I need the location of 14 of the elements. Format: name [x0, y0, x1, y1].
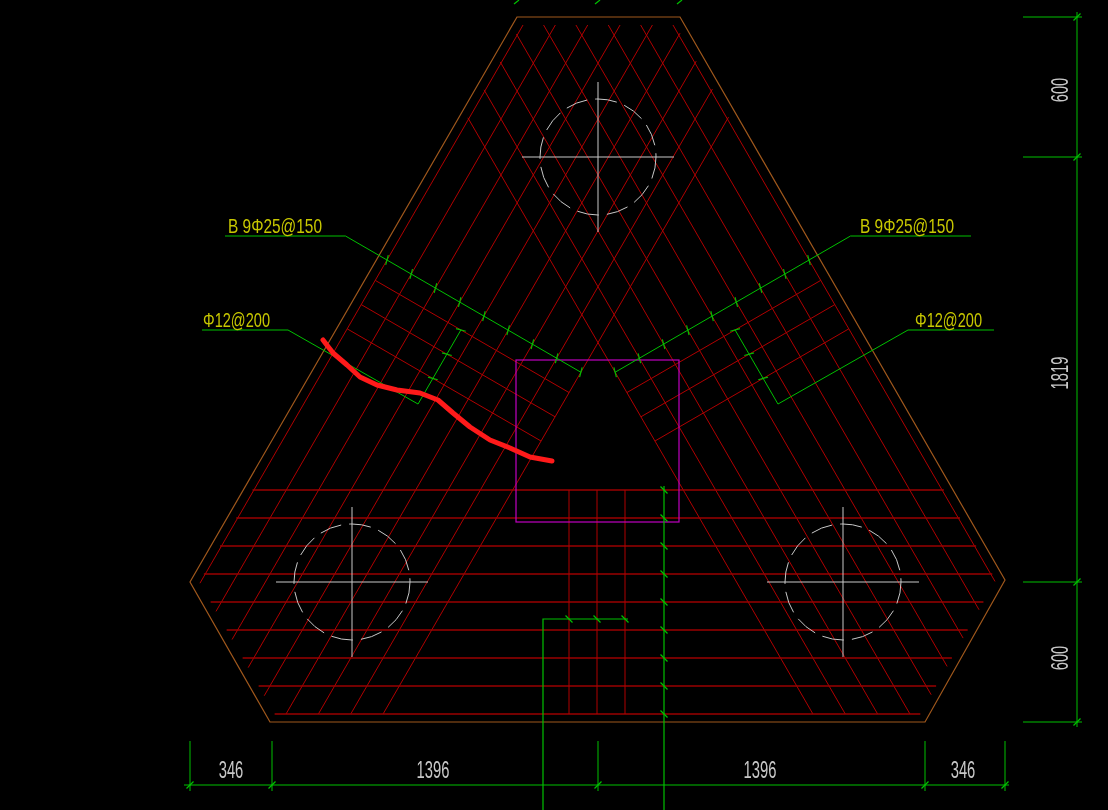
tick-mark [676, 0, 683, 5]
rebar-label: Φ12@200 [915, 308, 1012, 331]
dimension-text: 600 [1046, 62, 1073, 103]
dimension-text: 1819 [1046, 336, 1073, 390]
dimension-text: 1396 [743, 756, 797, 783]
tick-mark [594, 0, 601, 5]
rebar-label: Φ12@200 [203, 308, 300, 331]
rebar-label: B 9Φ25@150 [228, 214, 356, 237]
rebar-label: B 9Φ25@150 [860, 214, 988, 237]
dimension-text: 600 [1046, 630, 1073, 671]
dimension-text: 1396 [416, 756, 470, 783]
dimension-text: 346 [950, 756, 991, 783]
dimension-text: 346 [218, 756, 259, 783]
tick-mark [513, 0, 520, 5]
